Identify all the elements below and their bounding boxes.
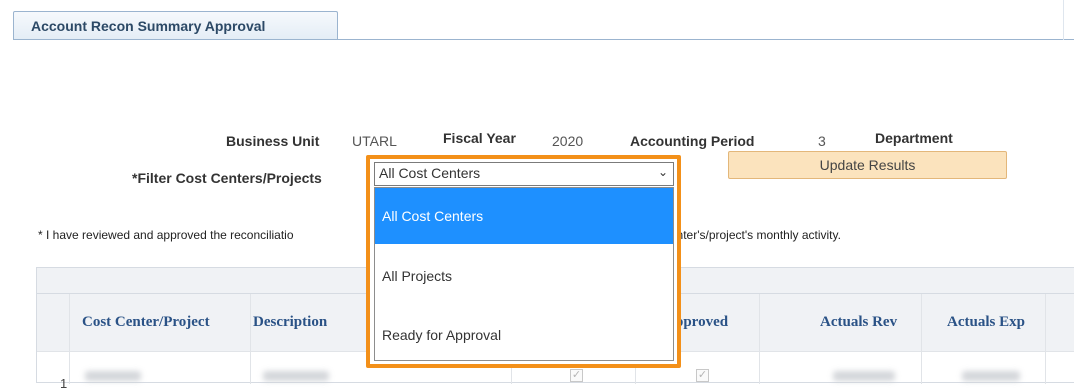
update-results-button[interactable]: Update Results xyxy=(728,151,1007,179)
tab-underline xyxy=(13,39,1074,40)
business-unit-label: Business Unit xyxy=(226,133,320,149)
filter-selected-value: All Cost Centers xyxy=(379,165,481,181)
tab-bar: Account Recon Summary Approval xyxy=(0,0,1074,40)
fiscal-year-label: Fiscal Year xyxy=(443,130,516,146)
department-label: Department xyxy=(875,130,953,146)
col-header-approved[interactable]: pproved xyxy=(675,314,728,331)
col-separator xyxy=(250,294,251,384)
tab-bar-edge xyxy=(1063,0,1064,40)
col-header-actuals-rev[interactable]: Actuals Rev xyxy=(820,314,897,331)
redacted-actuals-rev xyxy=(833,371,895,381)
business-unit-value: UTARL xyxy=(352,133,397,149)
dropdown-option-ready-for-approval[interactable]: Ready for Approval xyxy=(375,304,673,360)
tab-account-recon-summary-approval[interactable]: Account Recon Summary Approval xyxy=(13,11,338,39)
col-separator xyxy=(1045,294,1046,384)
redacted-cost-center xyxy=(85,371,141,381)
col-header-description[interactable]: Description xyxy=(253,314,327,331)
redacted-actuals-exp xyxy=(962,371,1020,381)
filter-cost-centers-select[interactable]: All Cost Centers ⌄ xyxy=(374,162,674,186)
reviewed-checkbox[interactable]: ✓ xyxy=(570,369,583,382)
filter-cost-centers-label: *Filter Cost Centers/Projects xyxy=(132,170,322,186)
col-separator xyxy=(759,294,760,384)
fiscal-year-value: 2020 xyxy=(552,133,584,149)
dropdown-option-all-cost-centers[interactable]: All Cost Centers xyxy=(375,188,673,244)
chevron-down-icon: ⌄ xyxy=(657,165,668,179)
approved-checkbox[interactable]: ✓ xyxy=(696,369,709,382)
redacted-description xyxy=(263,371,329,381)
approval-note-left: * I have reviewed and approved the recon… xyxy=(38,228,294,242)
col-header-cost-center-project[interactable]: Cost Center/Project xyxy=(82,314,210,331)
row-number: 1 xyxy=(60,376,68,391)
col-separator xyxy=(69,294,70,384)
col-header-actuals-exp[interactable]: Actuals Exp xyxy=(947,314,1025,331)
filter-dropdown-list: All Cost Centers All Projects Ready for … xyxy=(374,187,674,361)
dropdown-option-all-projects[interactable]: All Projects xyxy=(375,246,673,302)
accounting-period-value: 3 xyxy=(818,133,826,149)
accounting-period-label: Accounting Period xyxy=(630,133,755,149)
col-separator xyxy=(921,294,922,384)
